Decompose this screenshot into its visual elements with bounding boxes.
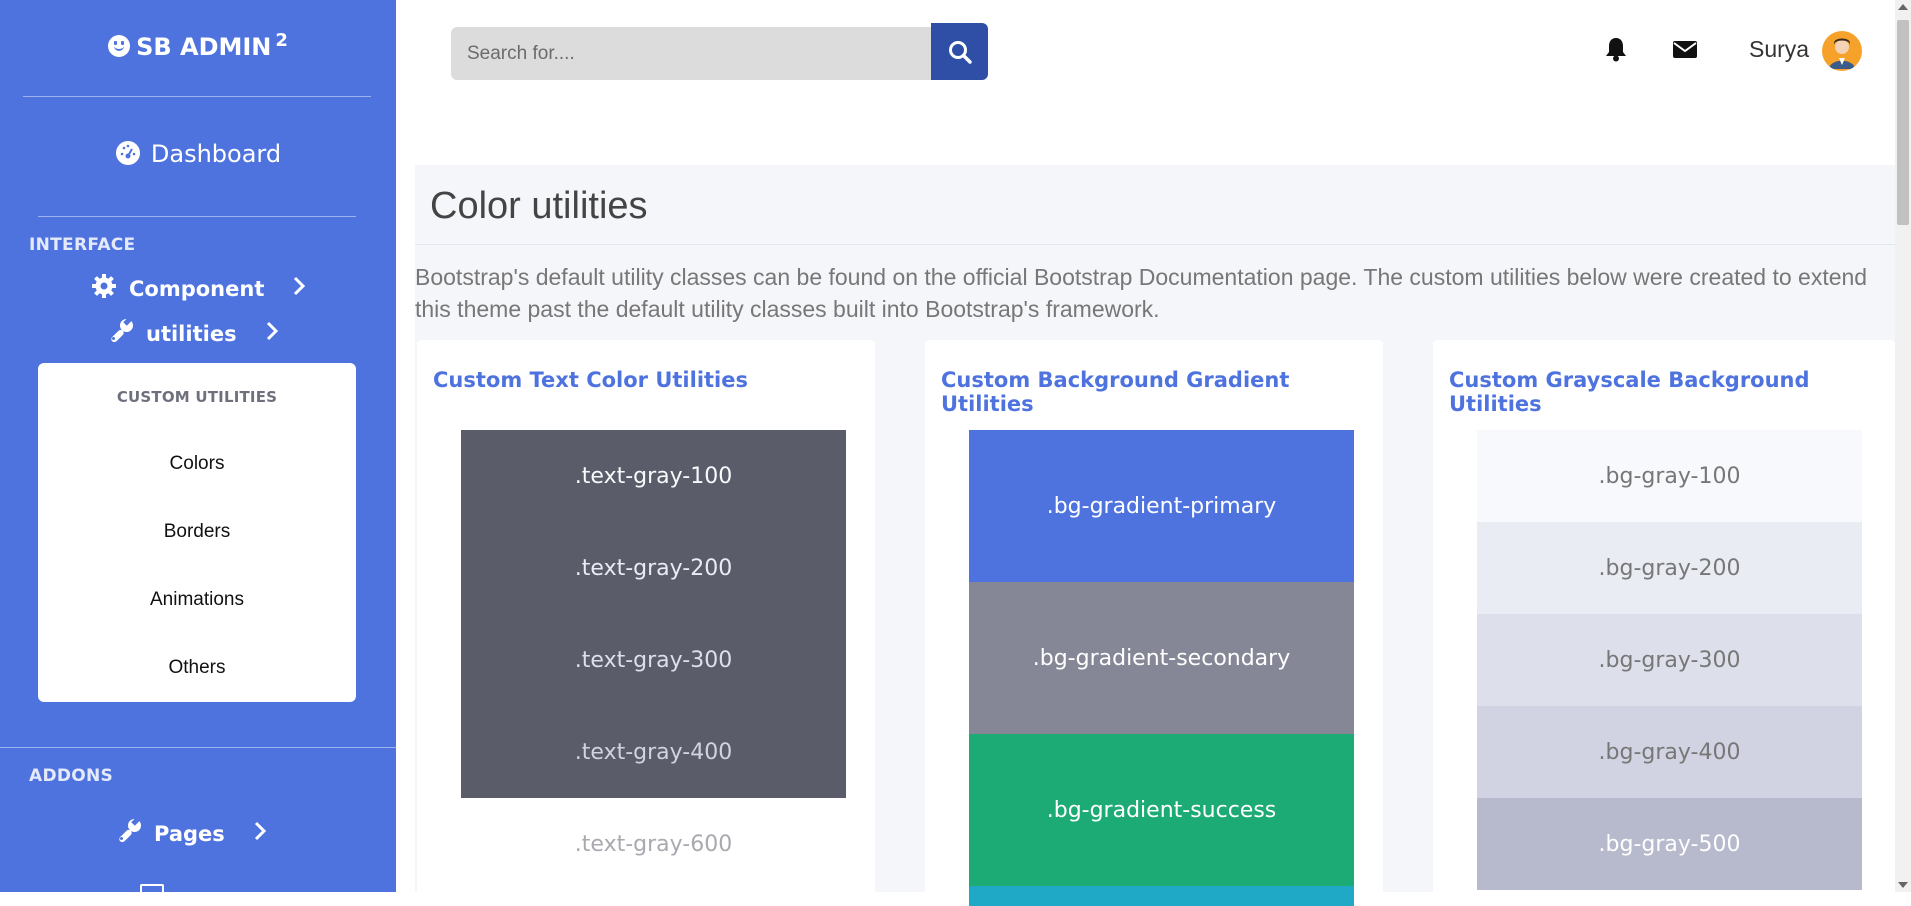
swatch-text-gray-400: .text-gray-400 xyxy=(461,706,846,798)
sidebar-item-dashboard[interactable]: Dashboard xyxy=(0,140,396,168)
avatar[interactable] xyxy=(1822,31,1862,71)
sidebar-item-pages[interactable]: Pages xyxy=(116,817,267,849)
brand-version: 2 xyxy=(275,30,288,51)
sidebar-item-label: Component xyxy=(129,276,265,301)
collapse-header: CUSTOM UTILITIES xyxy=(116,388,278,406)
scroll-down-arrow-icon[interactable] xyxy=(1898,882,1908,888)
page-description: Bootstrap's default utility classes can … xyxy=(415,264,1868,322)
cog-icon xyxy=(91,273,117,304)
wrench-icon xyxy=(108,317,134,349)
swatch-list: .bg-gradient-primary .bg-gradient-second… xyxy=(969,430,1354,906)
chevron-right-icon xyxy=(292,276,306,301)
page-title: Color utilities xyxy=(430,185,648,227)
collapse-item-borders[interactable]: Borders xyxy=(38,521,356,543)
alerts-button[interactable] xyxy=(1604,36,1628,66)
collapse-item-colors[interactable]: Colors xyxy=(38,453,356,475)
swatch-bg-gradient-info xyxy=(969,886,1354,906)
utilities-collapse-menu: CUSTOM UTILITIES Colors Borders Animatio… xyxy=(38,363,356,702)
swatch-text-gray-100: .text-gray-100 xyxy=(461,430,846,522)
swatch-text-gray-300: .text-gray-300 xyxy=(461,614,846,706)
sidebar-item-component[interactable]: Component xyxy=(91,273,306,304)
messages-button[interactable] xyxy=(1672,36,1698,66)
sidebar-heading-addons: ADDONS xyxy=(29,766,114,786)
sidebar-item-label: Dashboard xyxy=(150,140,282,168)
sidebar-item-label: Pages xyxy=(154,821,225,846)
swatch-bg-gradient-success: .bg-gradient-success xyxy=(969,734,1354,886)
swatch-bg-gray-100: .bg-gray-100 xyxy=(1477,430,1862,522)
wrench-icon xyxy=(116,817,142,849)
card-grayscale-utilities: Custom Grayscale Background Utilities .b… xyxy=(1433,340,1895,900)
chevron-right-icon xyxy=(265,321,279,346)
sidebar: SB ADMIN 2 Dashboard INTERFACE Component… xyxy=(0,0,396,892)
topbar: Surya xyxy=(396,0,1895,104)
tachometer-icon xyxy=(115,141,140,165)
sidebar-heading-interface: INTERFACE xyxy=(29,235,136,255)
sidebar-divider xyxy=(23,96,371,97)
collapse-item-animations[interactable]: Animations xyxy=(38,589,356,611)
main-content: Color utilities Bootstrap's default util… xyxy=(415,165,1895,906)
swatch-text-gray-200: .text-gray-200 xyxy=(461,522,846,614)
smile-icon xyxy=(108,35,131,57)
swatch-bg-gray-300: .bg-gray-300 xyxy=(1477,614,1862,706)
brand-name: SB ADMIN xyxy=(136,33,272,61)
swatch-bg-gray-500: .bg-gray-500 xyxy=(1477,798,1862,890)
collapse-item-others[interactable]: Others xyxy=(38,657,356,679)
swatch-bg-gradient-secondary: .bg-gradient-secondary xyxy=(969,582,1354,734)
sidebar-divider xyxy=(0,747,396,748)
swatch-bg-gray-200: .bg-gray-200 xyxy=(1477,522,1862,614)
envelope-icon xyxy=(1673,41,1697,58)
swatch-list: .bg-gray-100 .bg-gray-200 .bg-gray-300 .… xyxy=(1477,430,1862,890)
page-scrollbar[interactable] xyxy=(1895,0,1911,892)
bell-icon xyxy=(1606,38,1626,62)
card-gradient-utilities: Custom Background Gradient Utilities .bg… xyxy=(925,340,1383,906)
swatch-bg-gradient-primary: .bg-gradient-primary xyxy=(969,430,1354,582)
table-icon xyxy=(140,884,164,892)
card-title: Custom Text Color Utilities xyxy=(433,368,748,392)
card-text-color-utilities: Custom Text Color Utilities .text-gray-1… xyxy=(417,340,875,900)
swatch-bg-gray-400: .bg-gray-400 xyxy=(1477,706,1862,798)
sidebar-item-label: utilities xyxy=(146,321,237,346)
search-icon xyxy=(948,40,972,64)
card-title: Custom Background Gradient Utilities xyxy=(941,368,1290,416)
scroll-up-arrow-icon[interactable] xyxy=(1898,4,1908,10)
sidebar-divider xyxy=(38,216,356,217)
swatch-list: .text-gray-100 .text-gray-200 .text-gray… xyxy=(461,430,846,890)
scrollbar-thumb[interactable] xyxy=(1897,20,1909,225)
sidebar-item-utilities[interactable]: utilities xyxy=(108,317,279,349)
card-title: Custom Grayscale Background Utilities xyxy=(1449,368,1810,416)
search-button[interactable] xyxy=(931,23,988,80)
title-divider xyxy=(415,244,1895,245)
chevron-right-icon xyxy=(253,821,267,846)
user-name[interactable]: Surya xyxy=(1749,36,1809,63)
swatch-text-gray-600: .text-gray-600 xyxy=(461,798,846,890)
search-input[interactable] xyxy=(451,27,931,80)
brand-link[interactable]: SB ADMIN 2 xyxy=(0,30,396,61)
